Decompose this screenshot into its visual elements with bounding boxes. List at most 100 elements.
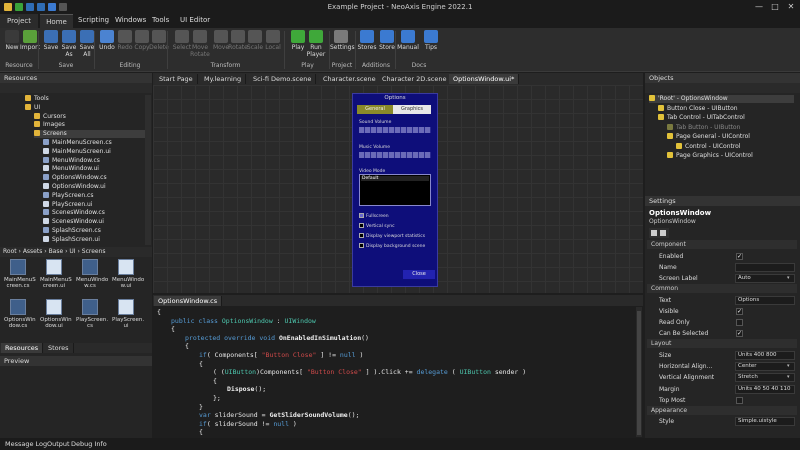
- settings-button[interactable]: Settings: [330, 30, 355, 51]
- property-checkbox[interactable]: [736, 396, 743, 404]
- menu-ui-editor[interactable]: UI Editor: [180, 16, 210, 24]
- breadcrumb[interactable]: Root › Assets › Base › UI › Screens: [0, 247, 152, 257]
- tree-item[interactable]: MainMenuScreen.ui: [43, 147, 146, 156]
- grid-item[interactable]: MainMenuS creen.cs: [4, 259, 36, 289]
- grid-item[interactable]: PlayScreen. cs: [76, 299, 108, 329]
- code-line: {: [199, 427, 203, 437]
- grid-item[interactable]: MainMenuS creen.ui: [40, 259, 72, 289]
- breadcrumb-item[interactable]: Root: [3, 248, 17, 255]
- tab-message-log[interactable]: Message Log: [5, 439, 47, 449]
- doc-tab[interactable]: My.learning: [200, 74, 247, 84]
- tab-resources[interactable]: Resources: [1, 343, 44, 353]
- code-scrollbar[interactable]: [636, 307, 642, 437]
- grid-item[interactable]: MenuWindo w.ui: [112, 259, 144, 289]
- menu-project[interactable]: Project: [0, 14, 38, 28]
- object-item[interactable]: Page General - UIControl: [667, 133, 794, 141]
- tree-item[interactable]: Screens: [34, 130, 146, 139]
- close-button[interactable]: Close: [403, 270, 435, 279]
- options-window-preview[interactable]: Options General Graphics Sound Volume Mu…: [352, 93, 438, 287]
- local-button[interactable]: Local: [262, 30, 284, 51]
- manual-button[interactable]: Manual: [397, 30, 419, 51]
- tab-graphics[interactable]: Graphics: [393, 105, 431, 114]
- sound-volume-slider[interactable]: [359, 127, 431, 133]
- grid-item[interactable]: OptionsWin dow.ui: [40, 299, 72, 329]
- tree-item[interactable]: MenuWindow.ui: [43, 165, 146, 173]
- checkbox[interactable]: [359, 213, 364, 218]
- menu-windows[interactable]: Windows: [115, 16, 146, 24]
- property-dropdown[interactable]: Center: [735, 362, 795, 372]
- object-item[interactable]: Control - UIControl: [676, 142, 794, 151]
- option-checkbox-row[interactable]: Display background scene: [359, 243, 425, 251]
- tab-general[interactable]: General: [357, 105, 393, 114]
- property-value[interactable]: [735, 262, 795, 272]
- tree-item[interactable]: UI: [25, 103, 146, 112]
- object-item[interactable]: Button Close - UIButton: [658, 104, 794, 113]
- option-checkbox-row[interactable]: Display viewport statistics: [359, 233, 425, 241]
- tree-item[interactable]: PlayScreen.cs: [43, 191, 146, 200]
- video-mode-list[interactable]: Default: [359, 174, 431, 206]
- music-volume-slider[interactable]: [359, 152, 431, 158]
- events-icon[interactable]: [660, 230, 666, 236]
- breadcrumb-item[interactable]: Screens: [82, 248, 106, 255]
- move-rotate-button[interactable]: Move Rotate: [189, 30, 211, 58]
- tab-optionswindow-cs[interactable]: OptionsWindow.cs: [154, 296, 223, 306]
- grid-item[interactable]: MenuWindo w.cs: [76, 259, 108, 289]
- tree-item[interactable]: Images: [34, 121, 146, 129]
- tree-scrollbar[interactable]: [145, 95, 151, 245]
- tab-output[interactable]: Output: [47, 439, 70, 449]
- object-item[interactable]: Tab Button - UIButton: [667, 123, 794, 132]
- minimize-button[interactable]: —: [754, 2, 764, 12]
- tree-item[interactable]: SplashScreen.ui: [43, 235, 146, 244]
- grid-item[interactable]: PlayScreen. ui: [112, 299, 144, 329]
- checkbox[interactable]: [359, 223, 364, 228]
- breadcrumb-item[interactable]: Base: [49, 248, 64, 255]
- stores-button[interactable]: Stores: [356, 30, 378, 51]
- tree-item[interactable]: SplashScreen.cs: [43, 227, 146, 235]
- menu-tools[interactable]: Tools: [152, 16, 169, 24]
- option-checkbox-row[interactable]: Fullscreen: [359, 213, 389, 221]
- property-value[interactable]: Options: [735, 295, 795, 305]
- property-checkbox[interactable]: ✓: [736, 252, 743, 260]
- tree-item[interactable]: Cursors: [34, 112, 146, 121]
- doc-tab[interactable]: Start Page: [155, 74, 198, 84]
- property-value[interactable]: Simple.uistyle: [735, 417, 795, 427]
- option-checkbox-row[interactable]: Vertical sync: [359, 223, 395, 231]
- tree-item[interactable]: ScenesWindow.ui: [43, 218, 146, 226]
- property-checkbox[interactable]: ✓: [736, 307, 743, 315]
- tips-button[interactable]: Tips: [420, 30, 442, 51]
- tree-item[interactable]: MenuWindow.cs: [43, 156, 146, 165]
- code-editor[interactable]: OptionsWindow.cs {public class OptionsWi…: [153, 295, 643, 438]
- object-item[interactable]: 'Root' - OptionsWindow: [649, 95, 794, 103]
- tree-item[interactable]: ScenesWindow.cs: [43, 209, 146, 217]
- menu-scripting[interactable]: Scripting: [78, 16, 109, 24]
- menu-home[interactable]: Home: [40, 14, 73, 28]
- property-dropdown[interactable]: Auto: [735, 273, 795, 283]
- maximize-button[interactable]: □: [770, 2, 780, 12]
- doc-tab[interactable]: OptionsWindow.ui*: [449, 74, 520, 84]
- run-player-button[interactable]: Run Player: [305, 30, 327, 58]
- grid-item[interactable]: OptionsWin dow.cs: [4, 299, 36, 329]
- tree-item[interactable]: OptionsWindow.ui: [43, 183, 146, 191]
- property-value[interactable]: Units 40 50 40 110: [735, 384, 795, 394]
- object-item[interactable]: Tab Control - UITabControl: [658, 114, 794, 122]
- doc-tab[interactable]: Sci-fi Demo.scene: [249, 74, 317, 84]
- property-value[interactable]: Units 400 800: [735, 350, 795, 360]
- tab-debug-info[interactable]: Debug Info: [71, 439, 107, 449]
- tree-item[interactable]: MainMenuScreen.cs: [43, 139, 146, 147]
- property-dropdown[interactable]: Stretch: [735, 373, 795, 383]
- tab-stores[interactable]: Stores: [44, 343, 74, 353]
- properties-icon[interactable]: [651, 230, 657, 236]
- tree-item[interactable]: PlayScreen.ui: [43, 200, 146, 209]
- tree-item[interactable]: OptionsWindow.cs: [43, 174, 146, 182]
- checkbox[interactable]: [359, 243, 364, 248]
- checkbox[interactable]: [359, 233, 364, 238]
- video-mode-item[interactable]: Default: [361, 176, 429, 181]
- property-checkbox[interactable]: [736, 319, 743, 326]
- breadcrumb-item[interactable]: Assets: [23, 248, 43, 255]
- doc-tab[interactable]: Character 2D.scene: [378, 74, 452, 84]
- property-checkbox[interactable]: ✓: [736, 330, 743, 338]
- object-item[interactable]: Page Graphics - UIControl: [667, 152, 794, 160]
- tree-item[interactable]: Tools: [25, 95, 146, 103]
- doc-tab[interactable]: Character.scene: [319, 74, 381, 84]
- close-window-button[interactable]: ✕: [786, 2, 796, 12]
